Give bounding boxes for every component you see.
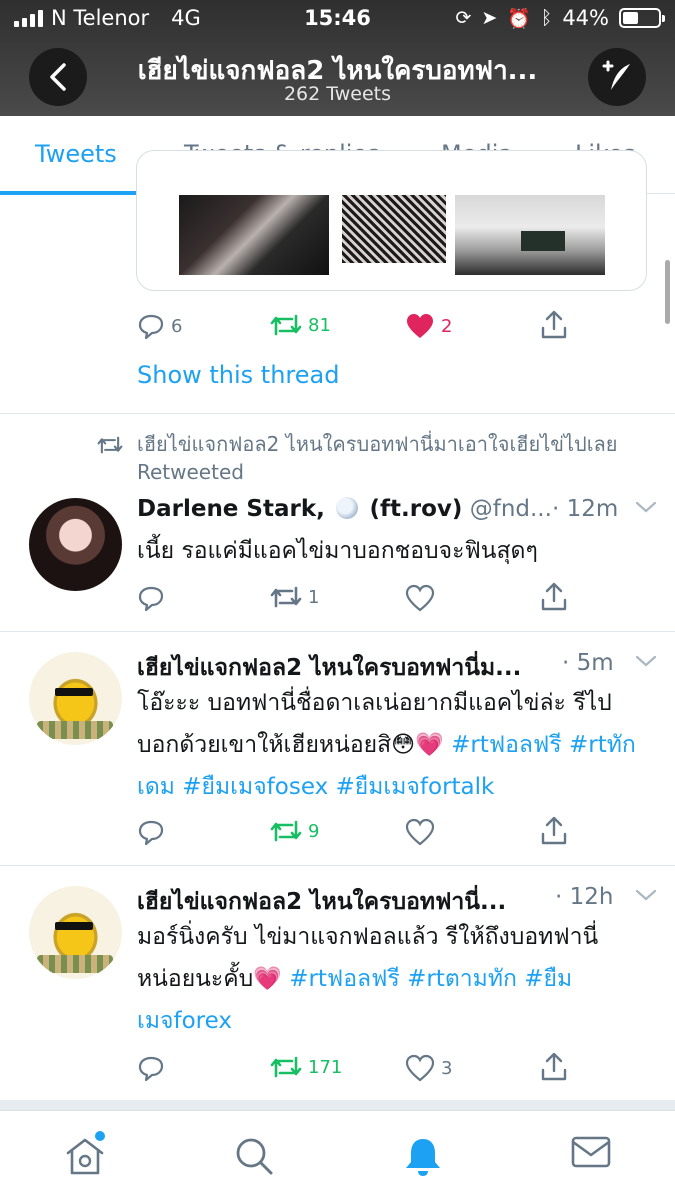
tweet-time[interactable]: · 12h bbox=[555, 884, 613, 910]
battery-icon bbox=[619, 8, 665, 28]
reply-button[interactable] bbox=[137, 584, 165, 612]
tweet-time[interactable]: · 12m bbox=[552, 496, 618, 522]
avatar[interactable] bbox=[29, 886, 122, 979]
retweet-count: 1 bbox=[308, 586, 320, 608]
retweeted-icon bbox=[97, 434, 123, 460]
messages-icon[interactable] bbox=[571, 1135, 611, 1173]
bottom-tab-bar bbox=[0, 1110, 675, 1200]
author-name[interactable]: เฮียไข่แจกฟอล2 ไหนใครบอทฟานี่... bbox=[137, 889, 506, 915]
show-thread-link[interactable]: Show this thread bbox=[137, 361, 339, 389]
retweet-button[interactable]: 9 bbox=[270, 818, 319, 844]
bluetooth-icon: ᛒ bbox=[540, 7, 553, 29]
reply-button[interactable] bbox=[137, 1054, 165, 1082]
like-button[interactable] bbox=[405, 818, 435, 846]
bottom-bar-divider bbox=[0, 1100, 675, 1110]
media-thumbnail[interactable] bbox=[179, 195, 329, 275]
share-icon bbox=[541, 582, 567, 611]
avatar[interactable] bbox=[29, 652, 122, 745]
tweet-author-row: เฮียไข่แจกฟอล2 ไหนใครบอทฟานี่... · 12h bbox=[137, 884, 657, 918]
retweet-button[interactable]: 81 bbox=[270, 312, 331, 338]
reply-icon bbox=[138, 820, 164, 846]
share-icon bbox=[541, 310, 567, 339]
chevron-left-icon bbox=[50, 63, 66, 91]
chevron-down-icon[interactable] bbox=[635, 888, 657, 902]
like-button[interactable] bbox=[405, 584, 435, 612]
retweet-button[interactable]: 1 bbox=[270, 584, 319, 610]
share-icon bbox=[541, 1052, 567, 1081]
share-button[interactable] bbox=[539, 816, 569, 846]
retweet-count: 81 bbox=[308, 314, 331, 336]
rotation-lock-icon: ⟳ bbox=[455, 7, 472, 29]
reply-count: 6 bbox=[171, 315, 183, 337]
retweet-icon bbox=[270, 1056, 302, 1078]
retweet-icon bbox=[270, 314, 302, 336]
tweet-divider bbox=[0, 413, 675, 414]
battery-fill bbox=[623, 12, 638, 24]
retweet-icon bbox=[270, 820, 302, 842]
reply-icon bbox=[138, 1056, 164, 1082]
tweet-text: เนี้ย รอแค่มีแอคไข่มาบอกชอบจะฟินสุดๆ bbox=[137, 538, 538, 564]
compose-feather-icon bbox=[602, 60, 630, 90]
share-button[interactable] bbox=[539, 1052, 569, 1082]
status-bar: N Telenor 4G 15:46 ⟳ ➤ ⏰ ᛒ 44% bbox=[0, 0, 675, 38]
tweet-text: โอ๊ะะะ บอทฟานี่ชื่อดาเลเน่อยากมีแอคไข่ล่… bbox=[137, 682, 637, 808]
retweet-button[interactable]: 171 bbox=[270, 1054, 342, 1080]
home-icon[interactable] bbox=[63, 1135, 107, 1181]
retweeted-by-label: เฮียไข่แจกฟอล2 ไหนใครบอทฟานี่มาเอาใจเฮีย… bbox=[137, 432, 618, 484]
location-icon: ➤ bbox=[481, 7, 498, 29]
chevron-down-icon[interactable] bbox=[635, 654, 657, 668]
retweet-count: 171 bbox=[308, 1056, 343, 1078]
heart-filled-icon bbox=[407, 314, 433, 338]
heart-outline-icon bbox=[405, 584, 435, 612]
tweet-author-row: เฮียไข่แจกฟอล2 ไหนใครบอทฟานี่ม... · 5m bbox=[137, 650, 657, 684]
media-thumbnail[interactable] bbox=[342, 195, 446, 263]
reply-button[interactable]: 6 bbox=[137, 312, 182, 340]
compose-tweet-button[interactable] bbox=[588, 48, 646, 106]
like-button[interactable]: 3 bbox=[405, 1054, 452, 1082]
media-thumbnail[interactable] bbox=[455, 195, 605, 275]
tweet-count: 262 Tweets bbox=[283, 83, 392, 105]
tweet-divider bbox=[0, 631, 675, 632]
share-button[interactable] bbox=[539, 582, 569, 612]
crystal-ball-emoji-icon bbox=[336, 497, 359, 519]
tab-tweets[interactable]: Tweets bbox=[35, 140, 117, 168]
tweet-text: มอร์นิ่งครับ ไข่มาแจกฟอลแล้ว รีให้ถึงบอท… bbox=[137, 916, 637, 1042]
author-name-suffix[interactable]: (ft.rov) bbox=[370, 496, 463, 522]
tweet-divider bbox=[0, 865, 675, 866]
share-icon bbox=[541, 816, 567, 845]
tweet-media-card[interactable] bbox=[136, 150, 647, 291]
tweet-author-row: Darlene Stark, (ft.rov) @fnd... · 12m bbox=[137, 496, 657, 530]
author-handle[interactable]: @fnd... bbox=[470, 496, 552, 522]
battery-percent: 44% bbox=[562, 6, 609, 30]
like-count: 2 bbox=[441, 315, 453, 337]
chevron-down-icon[interactable] bbox=[635, 500, 657, 514]
retweet-icon bbox=[270, 586, 302, 608]
search-icon[interactable] bbox=[233, 1135, 275, 1181]
reply-button[interactable] bbox=[137, 818, 165, 846]
notifications-icon[interactable] bbox=[401, 1135, 445, 1183]
avatar[interactable] bbox=[29, 498, 122, 591]
share-button[interactable] bbox=[539, 310, 569, 340]
back-button[interactable] bbox=[29, 48, 87, 106]
heart-outline-icon bbox=[405, 818, 435, 846]
unread-indicator bbox=[95, 1131, 105, 1141]
like-button[interactable]: 2 bbox=[405, 312, 452, 340]
alarm-icon: ⏰ bbox=[507, 7, 531, 30]
like-count: 3 bbox=[441, 1057, 453, 1079]
heart-outline-icon bbox=[405, 1054, 435, 1082]
reply-icon bbox=[138, 314, 164, 340]
profile-header: N Telenor 4G 15:46 ⟳ ➤ ⏰ ᛒ 44% เฮียไข่แจ… bbox=[0, 0, 675, 116]
retweet-count: 9 bbox=[308, 820, 320, 842]
scrollbar[interactable] bbox=[665, 260, 670, 324]
reply-icon bbox=[138, 586, 164, 612]
tweet-time[interactable]: · 5m bbox=[562, 650, 614, 676]
author-name[interactable]: เฮียไข่แจกฟอล2 ไหนใครบอทฟานี่ม... bbox=[137, 655, 521, 681]
author-name[interactable]: Darlene Stark, bbox=[137, 496, 325, 522]
